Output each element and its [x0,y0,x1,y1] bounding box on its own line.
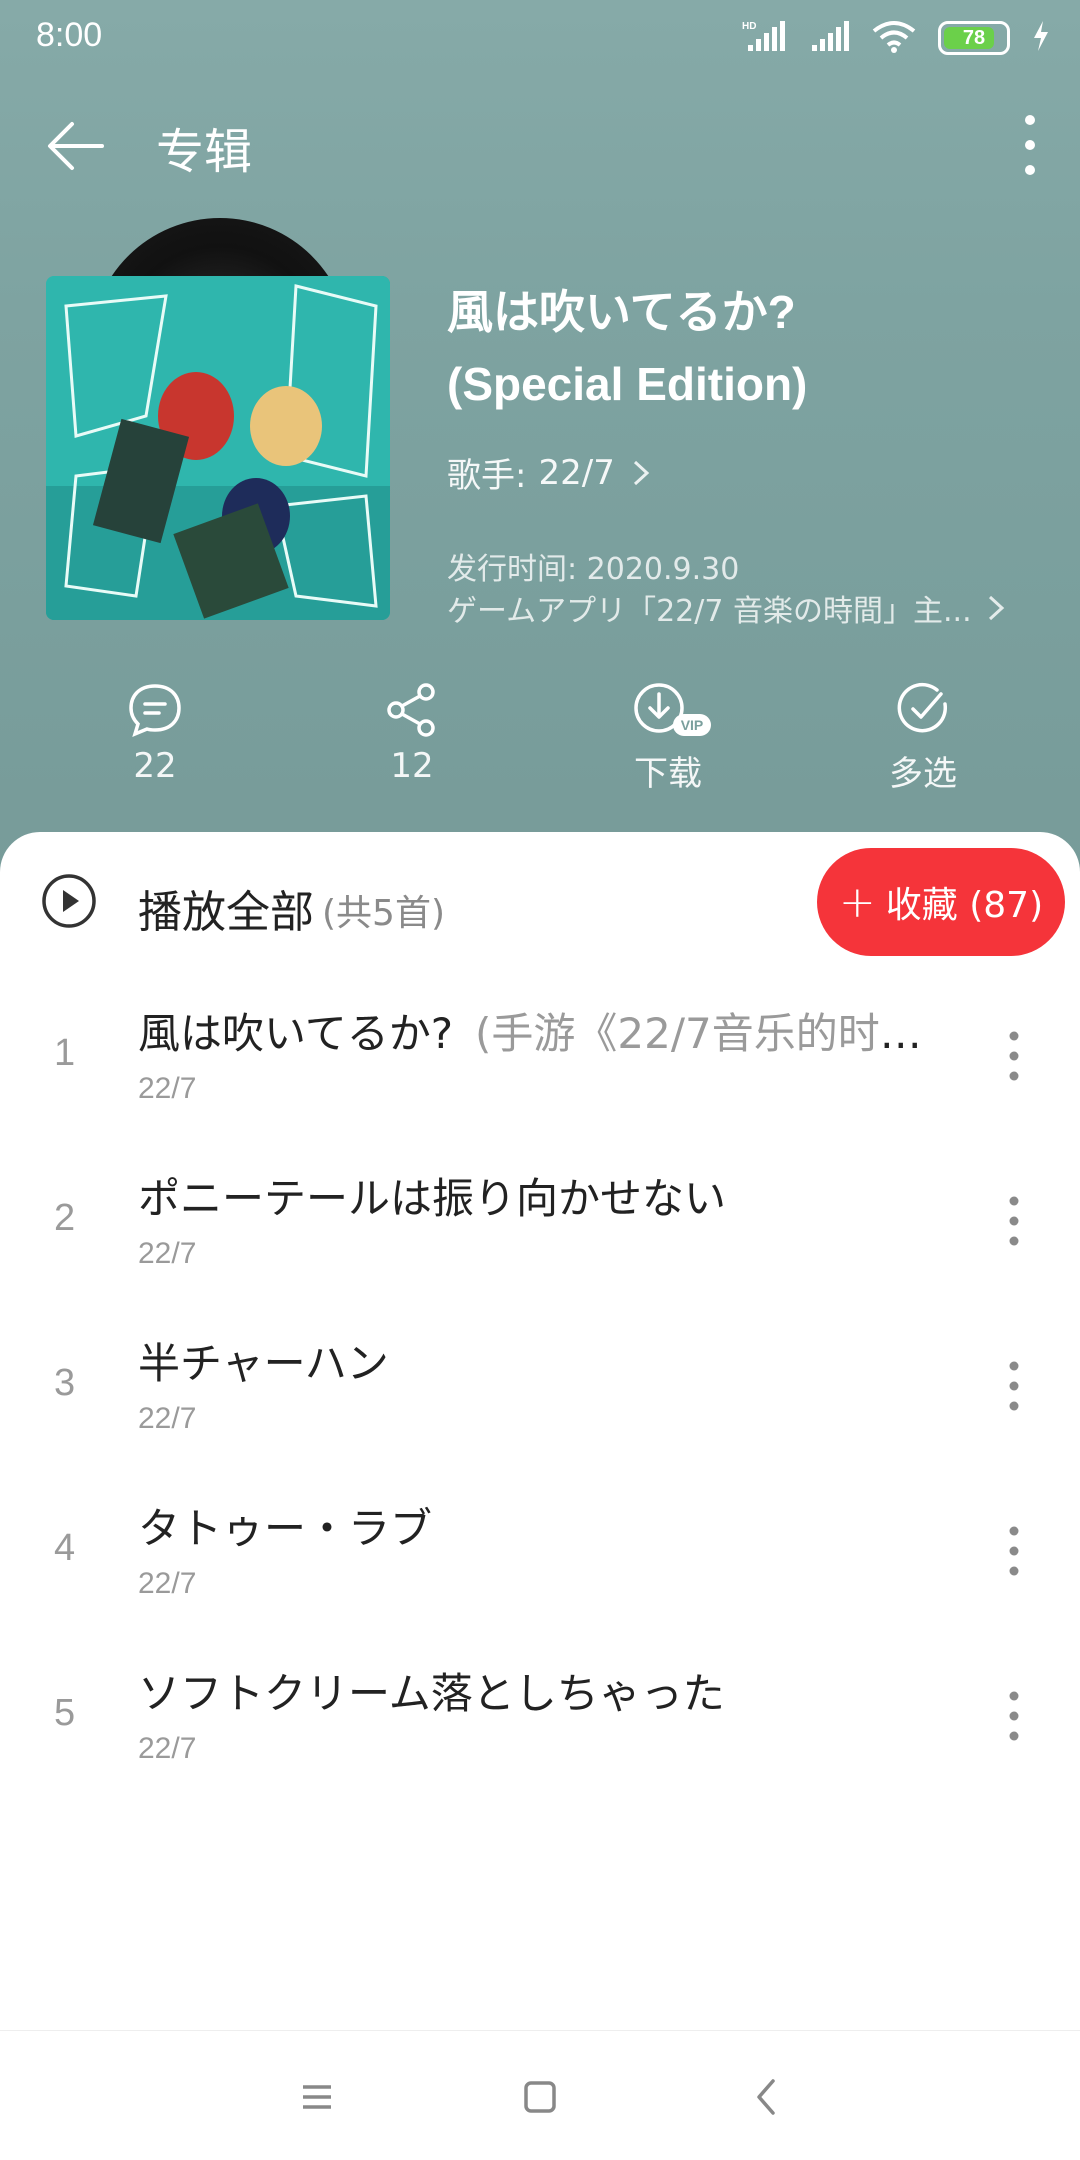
play-circle-icon [42,874,96,928]
artist-label: 歌手: [447,456,527,496]
status-bar: 8:00 HD 78 [0,0,1080,78]
multi-select-icon [897,682,948,733]
signal-icon [810,19,850,57]
more-vertical-icon [1025,115,1035,175]
system-nav-bar [0,2030,1080,2160]
chevron-right-icon [988,595,1004,621]
track-title: 風は吹いてるか? (手游《22/7音乐的时间》主题曲) [138,1000,958,1061]
svg-text:HD: HD [742,21,756,32]
wifi-icon [872,19,916,57]
track-title: ポニーテールは振り向かせない [138,1174,727,1223]
track-artist: 22/7 [138,1567,197,1600]
artist-name: 22/7 [538,452,615,493]
track-more-icon[interactable] [996,1026,1032,1086]
chevron-right-icon [633,460,650,485]
collect-button[interactable]: + 收藏 (87) [817,848,1065,956]
track-title: 半チャーハン [138,1339,389,1388]
track-more-icon[interactable] [996,1686,1032,1746]
track-title: タトゥー・ラブ [138,1504,433,1553]
arrow-left-icon [48,122,104,170]
album-cover-art [46,276,390,620]
track-more-icon[interactable] [996,1191,1032,1251]
status-icons: HD 78 [742,18,1050,58]
plus-icon: + [838,876,876,928]
track-artist: 22/7 [138,1732,197,1765]
album-title: 風は吹いてるか? (Special Edition) [447,276,1047,420]
album-actions: 22 12 VIP 下载 多选 [0,680,1080,800]
album-title-line1: 風は吹いてるか? [447,286,796,338]
track-more-icon[interactable] [996,1356,1032,1416]
collect-label: 收藏 (87) [885,885,1044,926]
track-artist: 22/7 [138,1237,197,1270]
battery-icon: 78 [938,21,1010,55]
download-vip-icon: VIP [634,683,711,736]
album-title-line2: (Special Edition) [447,358,808,410]
artist-link[interactable]: 歌手: 22/7 [447,448,655,497]
track-number: 2 [54,1197,76,1239]
share-count: 12 [390,746,434,786]
track-artist: 22/7 [138,1072,197,1105]
track-artist: 22/7 [138,1402,197,1435]
album-header: 8:00 HD 78 专辑 風は吹いてるか? (Special Edition)… [0,0,1080,880]
track-subtitle: (手游《22/7音乐的时间》主题曲) [475,1009,958,1058]
track-count: (共5首) [322,893,445,934]
status-time: 8:00 [36,16,103,54]
multi-select-label: 多选 [889,754,957,794]
track-row[interactable]: 2 ポニーテールは振り向かせない 22/7 [0,1147,1080,1307]
album-description-text: ゲームアプリ「22/7 音楽の時間」主... [447,594,972,629]
track-row[interactable]: 4 タトゥー・ラブ 22/7 [0,1477,1080,1637]
multi-select-button[interactable]: 多选 [848,680,998,795]
comment-icon [129,684,181,738]
track-number: 4 [54,1527,76,1569]
share-icon [387,683,435,737]
back-button[interactable] [44,114,108,178]
track-row[interactable]: 5 ソフトクリーム落としちゃった 22/7 [0,1642,1080,1802]
track-number: 5 [54,1692,76,1734]
release-date: 发行时间: 2020.9.30 [447,552,740,587]
page-title: 专辑 [156,124,253,180]
track-more-icon[interactable] [996,1521,1032,1581]
album-description[interactable]: ゲームアプリ「22/7 音楽の時間」主... [447,586,1027,630]
home-square-icon[interactable] [510,2067,570,2127]
download-label: 下载 [634,754,702,794]
back-chevron-icon[interactable] [737,2067,797,2127]
track-row[interactable]: 1 風は吹いてるか? (手游《22/7音乐的时间》主题曲) 22/7 [0,982,1080,1142]
track-title: ソフトクリーム落としちゃった [138,1669,725,1718]
comment-button[interactable]: 22 [80,680,230,786]
track-list-sheet: 播放全部 (共5首) + 收藏 (87) 1 風は吹いてるか? (手游《22/7音… [0,832,1080,2032]
track-row[interactable]: 3 半チャーハン 22/7 [0,1312,1080,1472]
svg-text:VIP: VIP [681,717,704,733]
share-button[interactable]: 12 [337,680,487,786]
more-options-button[interactable] [1010,110,1050,180]
download-button[interactable]: VIP 下载 [593,680,743,795]
comment-count: 22 [133,746,177,786]
track-number: 3 [54,1362,76,1404]
album-cover[interactable] [46,276,390,620]
play-all-label: 播放全部 [138,887,314,938]
track-number: 1 [54,1032,76,1074]
hd-signal-icon: HD [742,19,788,57]
menu-icon[interactable] [287,2067,347,2127]
charging-icon [1032,21,1050,55]
track-title-text: 風は吹いてるか? [138,1009,454,1058]
